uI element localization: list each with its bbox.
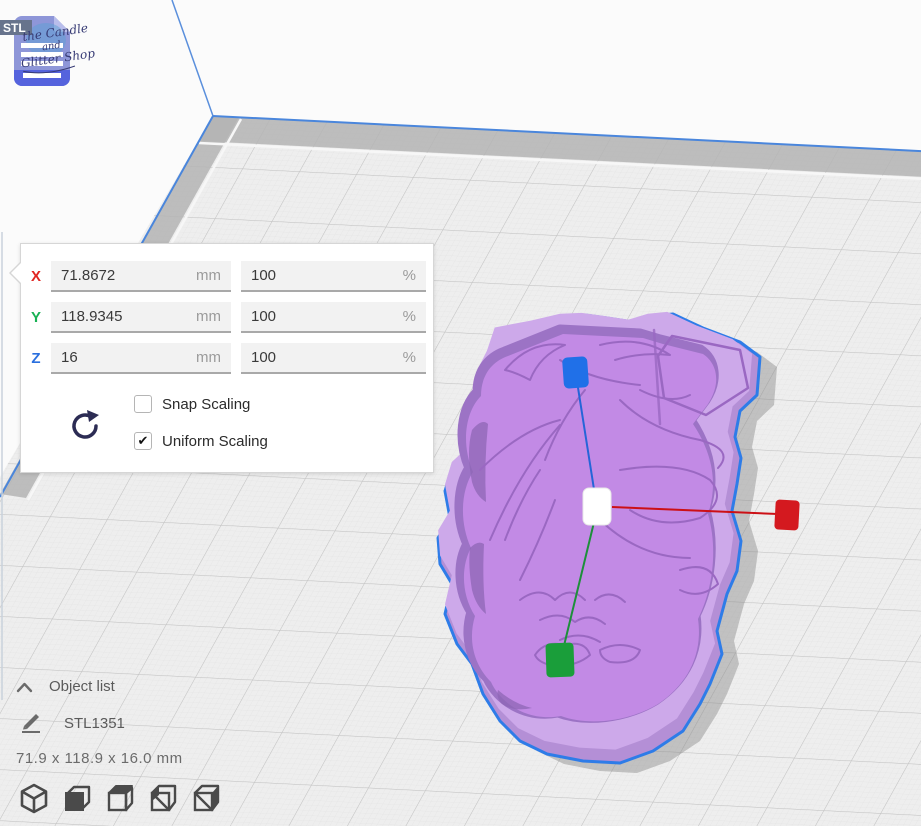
object-list-item[interactable]: STL1351 <box>20 712 125 734</box>
y-axis-label: Y <box>21 309 51 326</box>
scale-handle-y[interactable] <box>545 643 574 678</box>
x-percent-unit: % <box>403 267 416 284</box>
cube-3d-icon <box>19 783 49 814</box>
reset-scale-button[interactable] <box>63 404 107 448</box>
camera-view-toolbar <box>18 782 222 814</box>
x-axis-label: X <box>21 268 51 285</box>
panel-arrow-notch <box>9 261 21 285</box>
pencil-icon <box>20 712 44 734</box>
view-left-button[interactable] <box>147 782 179 814</box>
view-3d-button[interactable] <box>18 782 50 814</box>
y-percent-value: 100 <box>251 308 276 325</box>
cube-front-icon <box>62 783 92 814</box>
y-size-input[interactable]: 118.9345 mm <box>51 302 231 333</box>
view-front-button[interactable] <box>61 782 93 814</box>
object-list-title: Object list <box>49 678 115 695</box>
cube-top-icon <box>105 783 135 814</box>
y-percent-input[interactable]: 100 % <box>241 302 426 333</box>
object-list-header[interactable]: Object list <box>16 678 115 695</box>
uniform-scaling-checkmark: ✔ <box>138 433 149 449</box>
reset-icon <box>63 404 107 448</box>
snap-scaling-label: Snap Scaling <box>162 396 250 413</box>
snap-scaling-checkbox[interactable] <box>134 395 152 413</box>
view-top-button[interactable] <box>104 782 136 814</box>
object-name: STL1351 <box>64 715 125 732</box>
uniform-scaling-checkbox[interactable]: ✔ <box>134 432 152 450</box>
chevron-up-icon <box>16 681 33 693</box>
y-size-value: 118.9345 <box>61 308 122 325</box>
z-size-value: 16 <box>61 349 78 366</box>
model-cavity-floor <box>463 334 716 721</box>
uniform-scaling-label: Uniform Scaling <box>162 433 268 450</box>
scale-handle-z[interactable] <box>562 356 589 389</box>
z-percent-input[interactable]: 100 % <box>241 343 426 374</box>
x-size-unit: mm <box>196 267 221 284</box>
x-size-value: 71.8672 <box>61 267 115 284</box>
z-axis-label: Z <box>21 350 51 367</box>
scale-handle-x[interactable] <box>774 499 800 530</box>
view-right-button[interactable] <box>190 782 222 814</box>
object-dimensions: 71.9 x 118.9 x 16.0 mm <box>16 750 183 767</box>
scale-handle-center[interactable] <box>583 488 611 525</box>
cube-right-icon <box>191 783 221 814</box>
z-size-unit: mm <box>196 349 221 366</box>
z-percent-value: 100 <box>251 349 276 366</box>
x-percent-value: 100 <box>251 267 276 284</box>
y-percent-unit: % <box>403 308 416 325</box>
cube-left-icon <box>148 783 178 814</box>
z-percent-unit: % <box>403 349 416 366</box>
z-size-input[interactable]: 16 mm <box>51 343 231 374</box>
x-size-input[interactable]: 71.8672 mm <box>51 261 231 292</box>
x-percent-input[interactable]: 100 % <box>241 261 426 292</box>
scale-tool-panel: X 71.8672 mm 100 % Y 118.9345 mm 100 % Z… <box>20 243 434 473</box>
shop-logo: STL the Candle and Glitter Shop <box>0 2 96 98</box>
y-size-unit: mm <box>196 308 221 325</box>
